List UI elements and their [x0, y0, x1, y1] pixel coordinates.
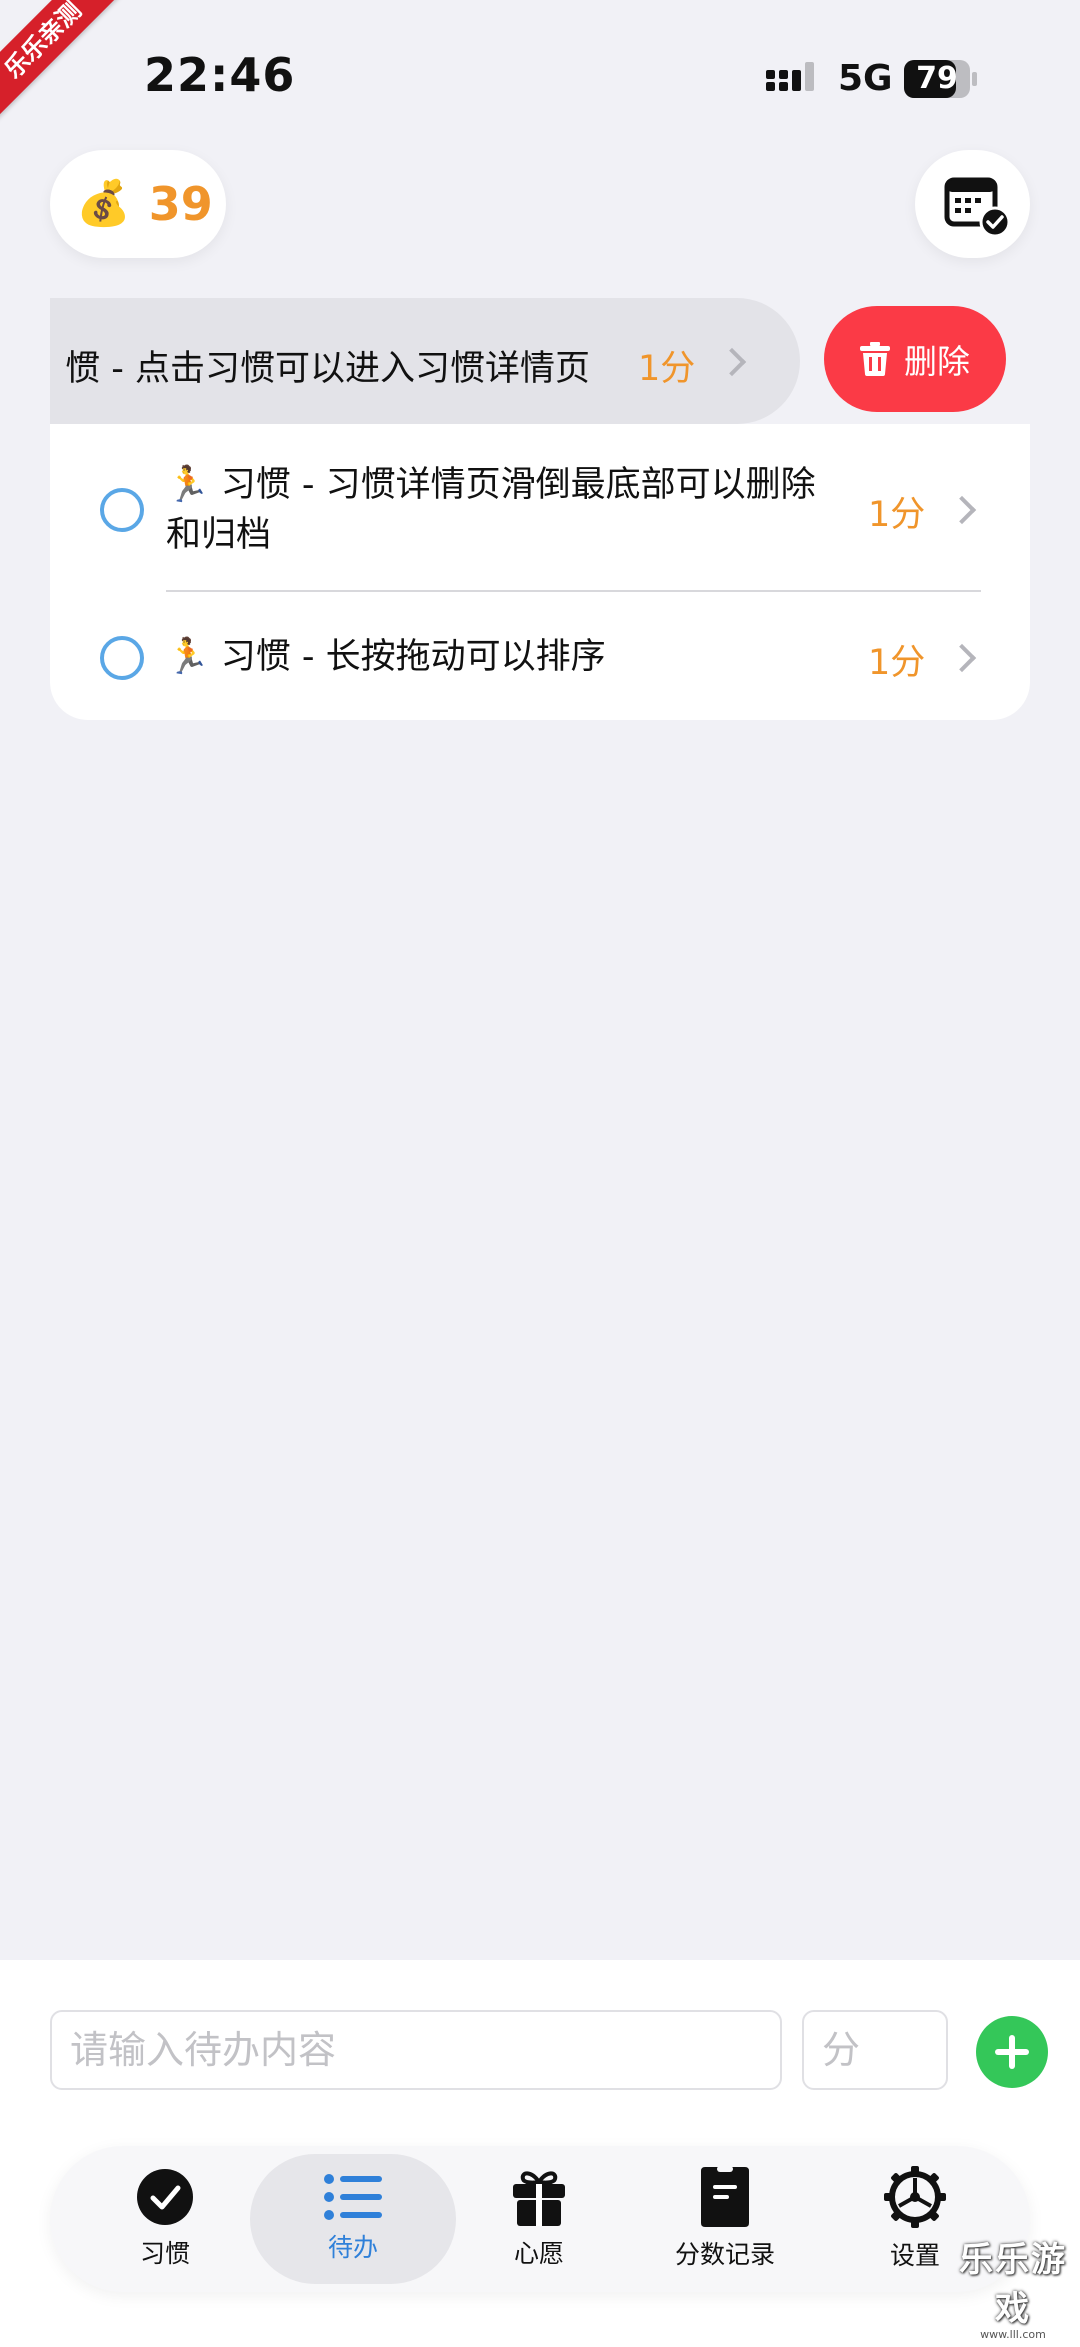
signal-icon	[766, 62, 814, 91]
divider	[166, 590, 981, 592]
calendar-button[interactable]	[915, 150, 1030, 258]
calendar-check-icon	[944, 177, 1011, 238]
corner-ribbon: 乐乐亲测	[0, 0, 150, 150]
tab-bar: 习惯 待办 心愿 分数记录 设置	[50, 2146, 1030, 2292]
money-bag-icon: 💰	[76, 178, 131, 229]
tab-wishes-label: 心愿	[513, 2239, 564, 2268]
todo-item-1-points: 1分	[868, 495, 926, 535]
coins-count: 39	[148, 177, 213, 231]
tab-habits-label: 习惯	[139, 2239, 190, 2268]
network-label: 5G	[838, 58, 893, 99]
delete-label: 删除	[904, 342, 970, 381]
watermark-title: 乐乐游戏	[959, 2240, 1067, 2329]
todo-item-1-text-line2: 和归档	[166, 515, 272, 555]
todo-content-input[interactable]	[50, 2010, 782, 2090]
tab-settings-label: 设置	[889, 2241, 940, 2270]
gift-icon	[513, 2171, 565, 2226]
gear-icon	[884, 2166, 946, 2228]
plus-icon	[995, 2035, 1029, 2069]
coins-button[interactable]: 💰 39	[50, 150, 226, 258]
watermark: 乐乐游戏 www.lll.com	[952, 2232, 1074, 2341]
tab-todo-label: 待办	[327, 2233, 378, 2262]
battery-icon: 79	[904, 60, 978, 98]
check-circle-icon	[137, 2169, 193, 2225]
todo-item-1[interactable]: 🏃 习惯 - 习惯详情页滑倒最底部可以删除 和归档	[166, 460, 866, 560]
corner-ribbon-text: 乐乐亲测	[0, 0, 140, 137]
todo-item-2[interactable]: 🏃 习惯 - 长按拖动可以排序	[166, 632, 866, 682]
todo-item-1-text: 习惯 - 习惯详情页滑倒最底部可以删除	[220, 465, 816, 505]
tab-score-records-label: 分数记录	[674, 2240, 775, 2269]
runner-emoji: 🏃	[166, 637, 210, 677]
tab-habits[interactable]: 习惯	[70, 2146, 260, 2292]
watermark-url: www.lll.com	[980, 2328, 1046, 2341]
battery-level: 79	[916, 61, 958, 96]
tab-todo[interactable]: 待办	[250, 2154, 456, 2284]
trash-icon	[860, 342, 890, 376]
add-button[interactable]	[976, 2016, 1048, 2088]
list-icon	[324, 2174, 382, 2220]
status-time: 22:46	[144, 48, 296, 102]
swiped-todo-points: 1分	[638, 349, 696, 389]
receipt-icon	[701, 2167, 749, 2227]
todo-checkbox-2[interactable]	[100, 636, 144, 680]
delete-button[interactable]: 删除	[824, 306, 1006, 412]
todo-item-2-points: 1分	[868, 643, 926, 683]
todo-checkbox-1[interactable]	[100, 488, 144, 532]
swiped-todo-text: 惯 - 点击习惯可以进入习惯详情页	[65, 349, 590, 389]
tab-score-records[interactable]: 分数记录	[630, 2146, 820, 2292]
tab-wishes[interactable]: 心愿	[444, 2146, 634, 2292]
todo-points-input[interactable]	[802, 2010, 948, 2090]
todo-item-2-text: 习惯 - 长按拖动可以排序	[220, 637, 606, 677]
runner-emoji: 🏃	[166, 465, 210, 505]
